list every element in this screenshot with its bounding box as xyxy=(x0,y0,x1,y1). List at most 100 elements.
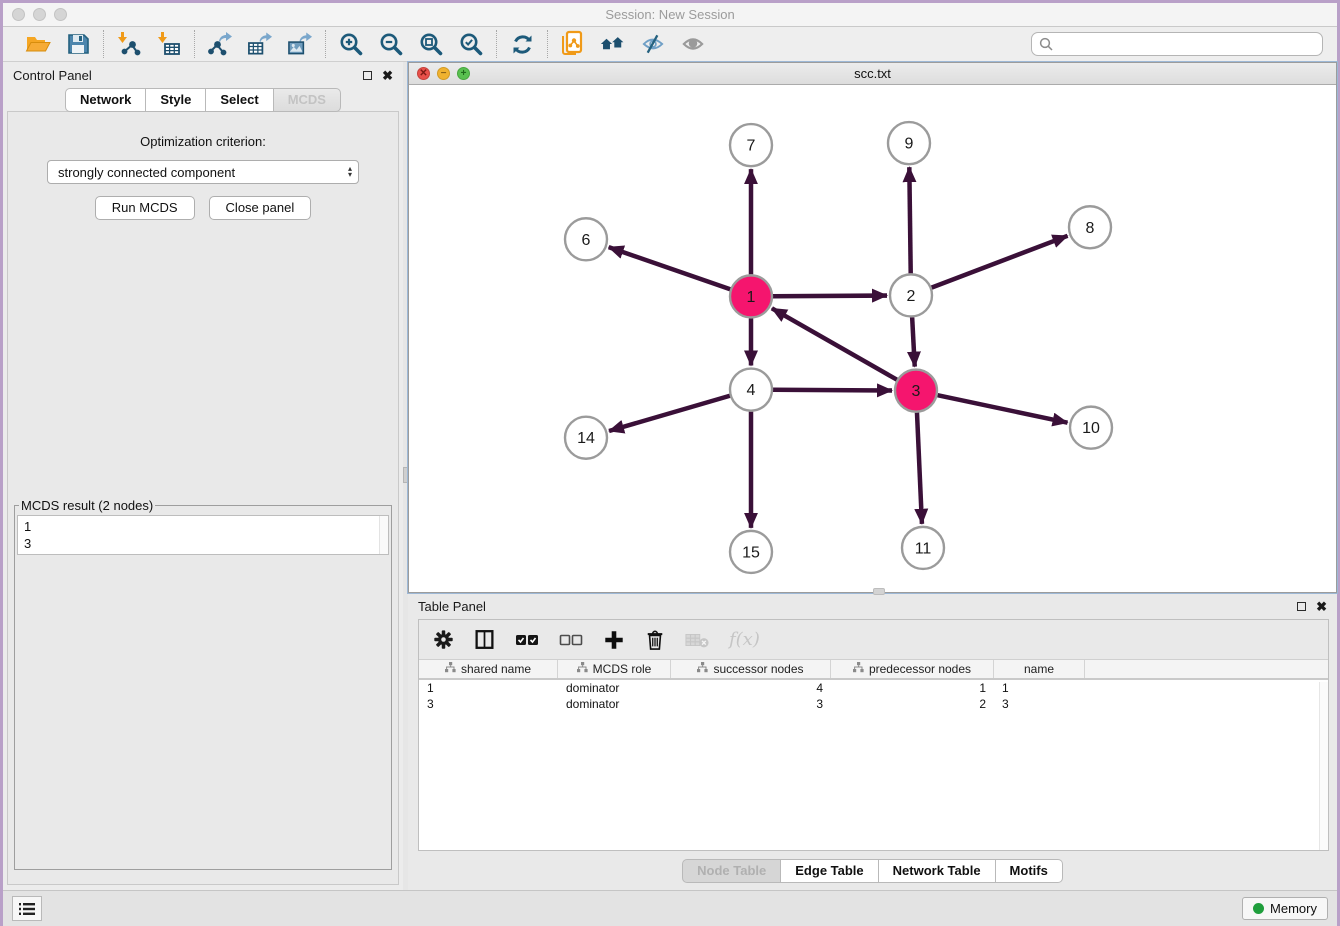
clone-network-icon[interactable] xyxy=(560,31,586,57)
application-window: Session: New Session xyxy=(3,3,1337,926)
delete-column-trash-icon[interactable] xyxy=(645,629,665,651)
export-network-icon[interactable] xyxy=(207,31,233,57)
run-mcds-button[interactable]: Run MCDS xyxy=(95,196,195,220)
create-column-plus-icon[interactable] xyxy=(603,629,625,651)
column-header-predecessor-nodes[interactable]: predecessor nodes xyxy=(831,660,994,678)
graph-node-label-9: 9 xyxy=(905,136,914,153)
function-builder-icon: f(x) xyxy=(729,629,760,650)
graph-node-label-4: 4 xyxy=(747,382,756,399)
main-toolbar xyxy=(3,27,1337,62)
hide-details-icon[interactable] xyxy=(640,31,666,57)
column-header-label: shared name xyxy=(461,662,531,676)
graph-edge-3-1[interactable] xyxy=(772,308,897,379)
mcds-result-values: 1 3 xyxy=(18,516,388,554)
table-cell: 2 xyxy=(831,697,994,711)
tree-hierarchy-icon xyxy=(697,662,708,676)
table-row[interactable]: 3dominator323 xyxy=(419,696,1328,712)
network-graph: 7968124314101511 xyxy=(409,85,1336,592)
mcds-result-title: MCDS result (2 nodes) xyxy=(19,498,155,513)
close-panel-button[interactable]: Close panel xyxy=(209,196,312,220)
optimization-criterion-label: Optimization criterion: xyxy=(8,134,398,149)
show-details-icon[interactable] xyxy=(680,31,706,57)
column-header-name[interactable]: name xyxy=(994,660,1085,678)
search-input[interactable] xyxy=(1058,37,1315,51)
show-column-panel-icon[interactable] xyxy=(474,629,495,650)
graph-edge-4-3[interactable] xyxy=(773,390,892,391)
column-header-label: name xyxy=(1024,662,1054,676)
mcds-result-textarea[interactable]: 1 3 xyxy=(17,515,389,555)
graph-node-label-10: 10 xyxy=(1082,420,1100,437)
task-history-button[interactable] xyxy=(12,896,42,921)
network-window-titlebar[interactable]: ✕ − + scc.txt xyxy=(409,63,1336,85)
graph-node-label-3: 3 xyxy=(912,383,921,400)
zoom-fit-icon[interactable] xyxy=(418,31,444,57)
table-body: 1dominator4113dominator323 xyxy=(419,680,1328,850)
memory-button[interactable]: Memory xyxy=(1242,897,1328,920)
table-settings-gear-icon[interactable] xyxy=(433,629,454,650)
tab-edge-table[interactable]: Edge Table xyxy=(781,859,878,883)
table-cell: 1 xyxy=(994,681,1085,695)
table-cell: 1 xyxy=(419,681,558,695)
horizontal-splitter-grip[interactable] xyxy=(873,588,885,595)
graph-node-label-8: 8 xyxy=(1086,220,1095,237)
session-title: Session: New Session xyxy=(3,7,1337,22)
column-header-label: successor nodes xyxy=(713,662,803,676)
select-all-icon[interactable] xyxy=(515,632,539,648)
table-header-row: shared name MCDS role successor nodes prede… xyxy=(419,660,1328,680)
close-table-panel-icon[interactable]: ✖ xyxy=(1316,600,1327,613)
tab-mcds[interactable]: MCDS xyxy=(274,88,341,112)
zoom-out-icon[interactable] xyxy=(378,31,404,57)
refresh-layout-icon[interactable] xyxy=(509,31,535,57)
search-box[interactable] xyxy=(1031,32,1323,56)
criterion-value: strongly connected component xyxy=(58,165,348,180)
graph-edge-2-8[interactable] xyxy=(932,236,1068,288)
graph-node-label-15: 15 xyxy=(742,544,760,561)
control-panel: Control Panel ✖ NetworkStyleSelectMCDS O… xyxy=(3,62,403,890)
graph-edge-2-3[interactable] xyxy=(912,317,915,366)
open-session-icon[interactable] xyxy=(25,31,51,57)
tab-network-table[interactable]: Network Table xyxy=(879,859,996,883)
tab-select[interactable]: Select xyxy=(206,88,273,112)
search-icon xyxy=(1039,37,1053,51)
float-table-panel-icon[interactable] xyxy=(1297,602,1306,611)
export-image-icon[interactable] xyxy=(287,31,313,57)
select-chevrons-icon: ▴▾ xyxy=(348,166,354,178)
graph-edge-4-14[interactable] xyxy=(609,396,730,431)
list-icon xyxy=(19,902,35,916)
column-header-MCDS-role[interactable]: MCDS role xyxy=(558,660,671,678)
table-cell: 1 xyxy=(831,681,994,695)
deselect-all-icon[interactable] xyxy=(559,632,583,648)
graph-edge-3-11[interactable] xyxy=(917,413,922,524)
import-table-icon[interactable] xyxy=(156,31,182,57)
zoom-in-icon[interactable] xyxy=(338,31,364,57)
save-session-icon[interactable] xyxy=(65,31,91,57)
tab-motifs[interactable]: Motifs xyxy=(996,859,1063,883)
graph-edge-1-2[interactable] xyxy=(773,296,887,297)
result-scrollbar[interactable] xyxy=(379,516,388,554)
table-panel: Table Panel ✖ xyxy=(408,593,1337,890)
import-network-icon[interactable] xyxy=(116,31,142,57)
float-panel-icon[interactable] xyxy=(363,71,372,80)
graph-node-label-2: 2 xyxy=(907,288,916,305)
mcds-tab-content: Optimization criterion: strongly connect… xyxy=(7,111,399,885)
table-cell: dominator xyxy=(558,697,671,711)
column-header-shared-name[interactable]: shared name xyxy=(419,660,558,678)
tab-style[interactable]: Style xyxy=(146,88,206,112)
table-row[interactable]: 1dominator411 xyxy=(419,680,1328,696)
export-table-icon[interactable] xyxy=(247,31,273,57)
zoom-selected-icon[interactable] xyxy=(458,31,484,57)
graph-edge-2-9[interactable] xyxy=(909,167,910,273)
criterion-select[interactable]: strongly connected component ▴▾ xyxy=(47,160,359,184)
tab-network[interactable]: Network xyxy=(65,88,146,112)
graph-edge-1-6[interactable] xyxy=(609,247,731,289)
tree-hierarchy-icon xyxy=(853,662,864,676)
tab-node-table[interactable]: Node Table xyxy=(682,859,781,883)
memory-status-icon xyxy=(1253,903,1264,914)
first-neighbors-icon[interactable] xyxy=(600,31,626,57)
table-scrollbar[interactable] xyxy=(1319,682,1328,850)
column-header-successor-nodes[interactable]: successor nodes xyxy=(671,660,831,678)
graph-edge-3-10[interactable] xyxy=(938,395,1068,423)
tree-hierarchy-icon xyxy=(445,662,456,676)
network-canvas[interactable]: 7968124314101511 xyxy=(409,85,1336,592)
close-panel-icon[interactable]: ✖ xyxy=(382,69,393,82)
